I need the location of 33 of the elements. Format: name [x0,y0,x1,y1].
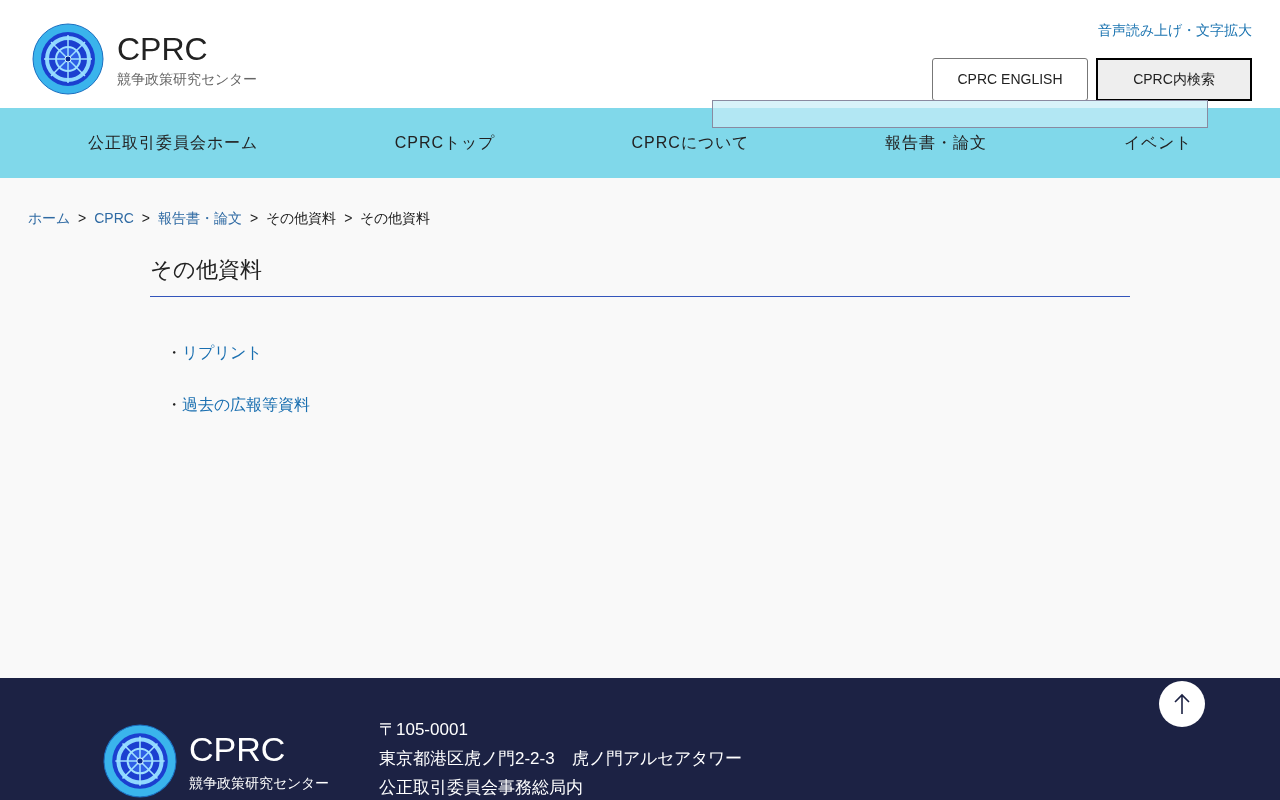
breadcrumb-link[interactable]: CPRC [94,208,134,229]
accessibility-link[interactable]: 音声読み上げ・文字拡大 [1098,20,1252,41]
address-line: 東京都港区虎ノ門2-2-3 虎ノ門アルセアタワー [379,748,742,770]
bullet: ・ [166,343,182,363]
document-link[interactable]: 過去の広報等資料 [182,393,310,417]
site-title: CPRC [117,29,209,69]
site-subtitle: 競争政策研究センター [117,69,257,89]
address-line: 公正取引委員会事務総局内 [379,777,584,799]
back-to-top-button[interactable] [1159,681,1205,727]
breadcrumb-current: その他資料 [266,209,337,228]
header-button[interactable]: CPRC内検索 [1096,58,1252,101]
breadcrumb-separator: > [141,209,151,228]
nav-link[interactable]: イベント [1123,131,1192,155]
nav-link[interactable]: CPRCについて [631,131,749,155]
breadcrumb-separator: > [250,209,259,228]
document-link[interactable]: リプリント [182,341,262,365]
nav-link[interactable]: 公正取引委員会ホーム [88,131,259,155]
footer-subtitle: 競争政策研究センター [189,773,329,793]
header-button[interactable]: CPRC ENGLISH [932,58,1088,101]
logo-icon [32,23,104,95]
breadcrumb-separator: > [78,209,87,228]
footer-title: CPRC [189,728,287,769]
page-title: その他資料 [150,253,1130,297]
bullet: ・ [166,395,182,415]
nav-link[interactable]: 報告書・論文 [885,131,988,155]
breadcrumb-link[interactable]: 報告書・論文 [158,208,243,229]
breadcrumb-current: その他資料 [360,209,431,228]
arrow-up-icon [1173,693,1191,715]
breadcrumb-separator: > [344,209,353,228]
breadcrumb-link[interactable]: ホーム [28,208,70,229]
address-line: 〒105-0001 [379,719,469,741]
nav-link[interactable]: CPRCトップ [394,131,495,155]
logo-icon [103,724,177,798]
